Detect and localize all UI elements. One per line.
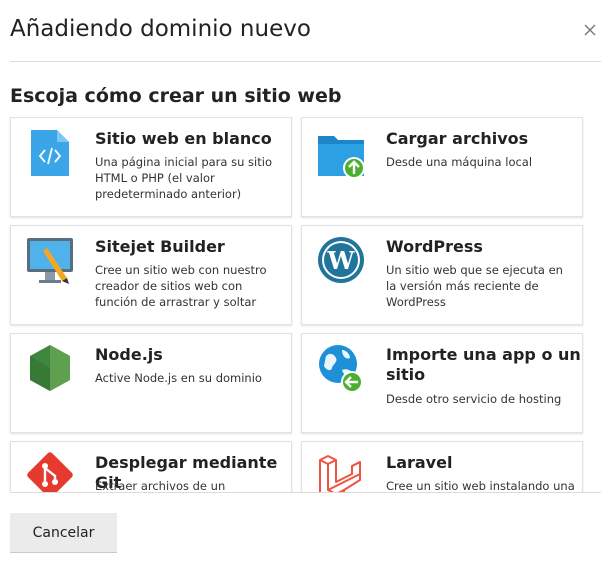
option-description: Cree un sitio web con nuestro creador de… <box>95 263 267 309</box>
option-title: Sitio web en blanco <box>95 129 272 148</box>
option-title: Sitejet Builder <box>95 237 225 256</box>
option-blank-site[interactable]: Sitio web en blanco Una página inicial p… <box>10 117 292 217</box>
nodejs-icon <box>30 345 70 391</box>
option-nodejs[interactable]: Node.js Active Node.js en su dominio <box>10 333 292 433</box>
option-sitejet-builder[interactable]: Sitejet Builder Cree un sitio web con nu… <box>10 225 292 325</box>
option-description: Extraer archivos de un repositorio Git <box>95 479 226 492</box>
options-list[interactable]: Sitio web en blanco Una página inicial p… <box>0 117 607 492</box>
svg-text:W: W <box>327 246 356 275</box>
section-title: Escoja cómo crear un sitio web <box>10 85 342 107</box>
option-title: Cargar archivos <box>386 129 529 148</box>
import-globe-icon <box>319 345 363 393</box>
option-title: Importe una app o un sitio <box>386 345 581 384</box>
option-wordpress[interactable]: W WordPress Un sitio web que se ejecuta … <box>301 225 583 325</box>
option-upload-files[interactable]: Cargar archivos Desde una máquina local <box>301 117 583 217</box>
option-title: Node.js <box>95 345 163 364</box>
option-description: Active Node.js en su dominio <box>95 371 262 385</box>
option-description: Desde otro servicio de hosting <box>386 392 562 406</box>
option-description: Un sitio web que se ejecuta en la versió… <box>386 263 563 309</box>
option-title: WordPress <box>386 237 483 256</box>
laravel-icon <box>319 455 361 492</box>
footer-divider <box>10 492 601 493</box>
option-git-deploy[interactable]: Desplegar mediante Git Extraer archivos … <box>10 441 292 492</box>
sitejet-builder-icon <box>27 238 73 284</box>
header-divider <box>10 61 601 62</box>
wordpress-icon: W <box>318 237 364 283</box>
option-title: Laravel <box>386 453 453 472</box>
git-icon <box>27 452 73 492</box>
option-description: Desde una máquina local <box>386 155 533 169</box>
option-description: Una página inicial para su sitio HTML o … <box>95 155 272 201</box>
option-import-site[interactable]: Importe una app o un sitio Desde otro se… <box>301 333 583 433</box>
dialog-title: Añadiendo dominio nuevo <box>10 16 311 42</box>
close-icon[interactable] <box>582 22 598 38</box>
blank-file-icon <box>31 130 69 176</box>
option-laravel[interactable]: Laravel Cree un sitio web instalando una… <box>301 441 583 492</box>
cancel-button[interactable]: Cancelar <box>10 513 117 553</box>
option-description: Cree un sitio web instalando una aplicac… <box>386 479 575 492</box>
upload-folder-icon <box>318 136 365 178</box>
